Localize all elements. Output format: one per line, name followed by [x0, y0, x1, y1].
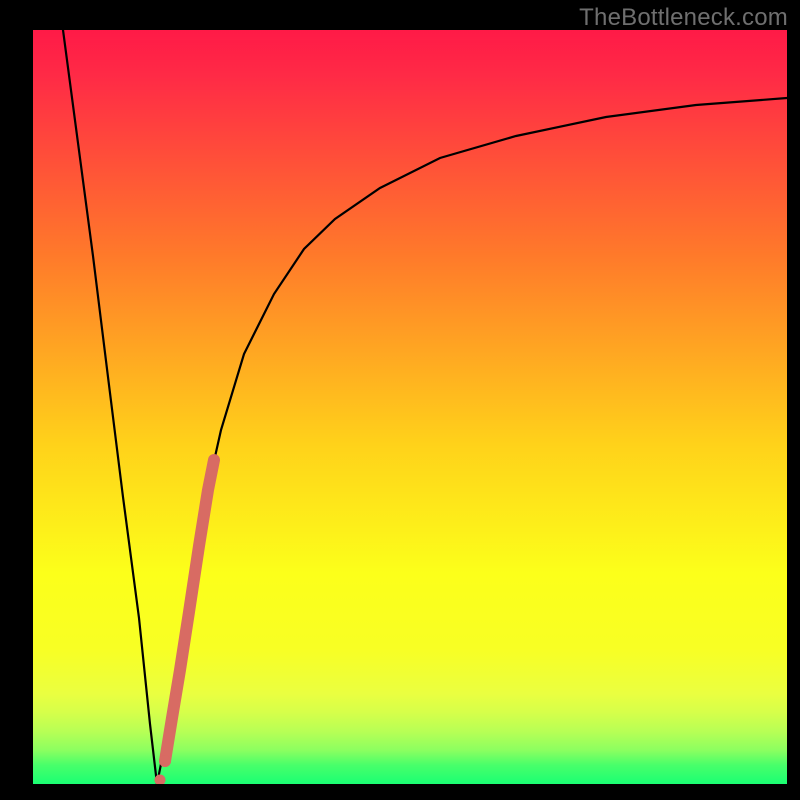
watermark-text: TheBottleneck.com: [579, 4, 788, 32]
chart-plot-area: [33, 30, 787, 784]
gradient-background: [33, 30, 787, 784]
